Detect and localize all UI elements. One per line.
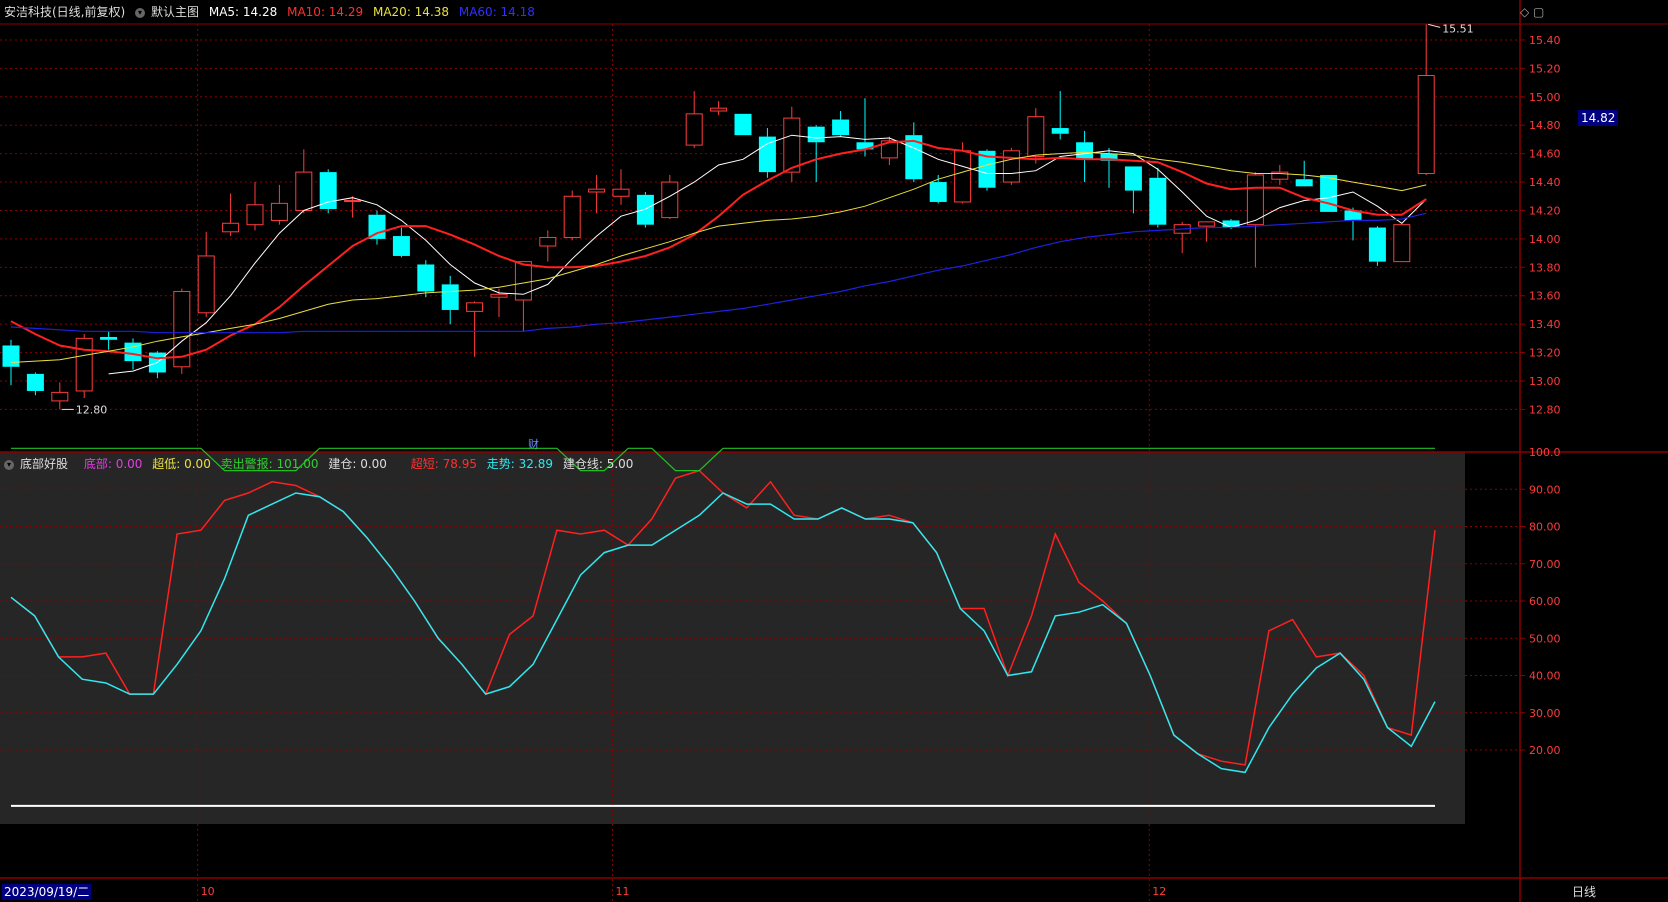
candle-body-down — [1368, 227, 1386, 262]
candle-body-up — [1417, 74, 1435, 175]
month-label: 11 — [615, 885, 629, 898]
candle-body-up — [1027, 116, 1045, 157]
candle-body-down — [1149, 177, 1167, 225]
price-tick-label: 13.20 — [1529, 347, 1561, 360]
candle-body-down — [1124, 166, 1142, 191]
price-tick-label: 13.60 — [1529, 290, 1561, 303]
indicator-tick-label: 100.0 — [1529, 446, 1561, 459]
corner-controls[interactable]: ◇ ▢ — [1520, 4, 1544, 20]
indicator-tick-label: 70.00 — [1529, 558, 1561, 571]
price-tick-label: 13.40 — [1529, 318, 1561, 331]
indicator-name[interactable]: 底部好股 — [20, 457, 68, 471]
candle-body-up — [563, 195, 581, 238]
dibu-label: 底部: 0.00 — [83, 457, 143, 471]
candle-body-down — [1051, 128, 1069, 134]
candle-body-up — [75, 337, 93, 392]
ma-line-ma20 — [10, 151, 1427, 363]
candle-body-down — [2, 345, 20, 367]
candle-body-down — [392, 236, 410, 256]
candle-body-up — [539, 236, 557, 247]
candle-body-up — [685, 113, 703, 146]
price-tick-label: 13.00 — [1529, 375, 1561, 388]
price-tick-label: 12.80 — [1529, 403, 1561, 416]
price-tick-label: 14.40 — [1529, 176, 1561, 189]
indicator-tick-label: 40.00 — [1529, 670, 1561, 683]
price-tick-label: 14.60 — [1529, 148, 1561, 161]
candle-body-up — [197, 255, 215, 314]
indicator-tick-label: 30.00 — [1529, 707, 1561, 720]
candle-body-up — [1198, 221, 1216, 227]
zoushi-label: 走势: 32.89 — [486, 457, 554, 471]
candle-body-down — [1320, 174, 1338, 212]
candle-body-up — [344, 200, 362, 203]
period-label[interactable]: 日线 — [1572, 884, 1596, 900]
indicator-tick-label: 20.00 — [1529, 744, 1561, 757]
candle-body-down — [1295, 179, 1313, 187]
candle-body-down — [636, 194, 654, 225]
indicator-tick-label: 50.00 — [1529, 632, 1561, 645]
ma5-label: MA5: 14.28 — [208, 5, 278, 19]
candle-body-up — [51, 391, 69, 402]
jiancangxian-label: 建仓线: 5.00 — [562, 457, 634, 471]
price-tick-label: 15.00 — [1529, 91, 1561, 104]
candle-body-down — [100, 336, 118, 340]
chaoduan-label: 超短: 78.95 — [410, 457, 477, 471]
candle-body-down — [26, 373, 44, 391]
low-marker-label: 12.80 — [76, 403, 108, 416]
ma10-label: MA10: 14.29 — [287, 5, 364, 19]
candle-body-up — [1002, 150, 1020, 183]
jiancang-label: 建仓: 0.00 — [328, 457, 387, 471]
candle-body-up — [295, 171, 313, 211]
price-tick-label: 14.20 — [1529, 204, 1561, 217]
stock-title[interactable]: 安洁科技(日线,前复权) — [4, 5, 125, 19]
candle-body-up — [246, 204, 264, 226]
candle-body-down — [734, 113, 752, 136]
candle-body-up — [783, 117, 801, 173]
candle-body-down — [1222, 220, 1240, 228]
candle-body-up — [710, 107, 728, 112]
month-label: 12 — [1152, 885, 1166, 898]
ma-line-ma10 — [10, 139, 1427, 360]
candle-body-down — [832, 119, 850, 136]
indicator-toggle-icon[interactable]: ▾ — [4, 459, 14, 470]
candle-body-down — [441, 284, 459, 310]
high-marker-label: 15.51 — [1442, 22, 1474, 35]
indicator-tick-label: 60.00 — [1529, 595, 1561, 608]
candle-body-up — [661, 181, 679, 219]
candle-body-up — [466, 302, 484, 312]
indicator-tick-label: 80.00 — [1529, 521, 1561, 534]
candle-body-up — [954, 150, 972, 203]
candle-body-up — [1393, 224, 1411, 263]
chaodi-label: 超低: 0.00 — [152, 457, 211, 471]
candle-body-up — [490, 293, 508, 298]
candle-body-down — [417, 264, 435, 292]
candle-body-down — [929, 182, 947, 202]
template-toggle-icon[interactable]: ▾ — [135, 7, 146, 18]
ma60-label: MA60: 14.18 — [458, 5, 535, 19]
template-name[interactable]: 默认主图 — [151, 5, 199, 19]
candle-body-up — [612, 188, 630, 197]
candle-body-down — [807, 126, 825, 143]
indicator-header: ▾ 底部好股 底部: 0.00 超低: 0.00 卖出警报: 101.00 建仓:… — [4, 456, 639, 472]
indicator-tick-label: 90.00 — [1529, 483, 1561, 496]
maichu-label: 卖出警报: 101.00 — [220, 457, 319, 471]
price-tick-label: 15.40 — [1529, 34, 1561, 47]
price-tick-label: 13.80 — [1529, 261, 1561, 274]
month-label: 10 — [201, 885, 215, 898]
price-tick-label: 15.20 — [1529, 62, 1561, 75]
price-tick-label: 14.80 — [1529, 119, 1561, 132]
main-header: 安洁科技(日线,前复权) ▾ 默认主图 MA5: 14.28 MA10: 14.2… — [4, 4, 541, 20]
high-marker-line — [1428, 23, 1441, 28]
price-tag: 14.82 — [1578, 110, 1619, 126]
candle-body-up — [270, 202, 288, 221]
candle-body-down — [319, 172, 337, 210]
candle-body-up — [222, 222, 240, 233]
ma20-label: MA20: 14.38 — [372, 5, 450, 19]
date-readout: 2023/09/19/二 — [2, 884, 92, 900]
candle-body-down — [1076, 142, 1094, 160]
stock-chart: 12.80 13.00 13.20 13.40 13.60 13.80 14.00 14.20… — [0, 0, 1668, 902]
candle-body-up — [588, 188, 606, 193]
price-tick-label: 14.00 — [1529, 233, 1561, 246]
